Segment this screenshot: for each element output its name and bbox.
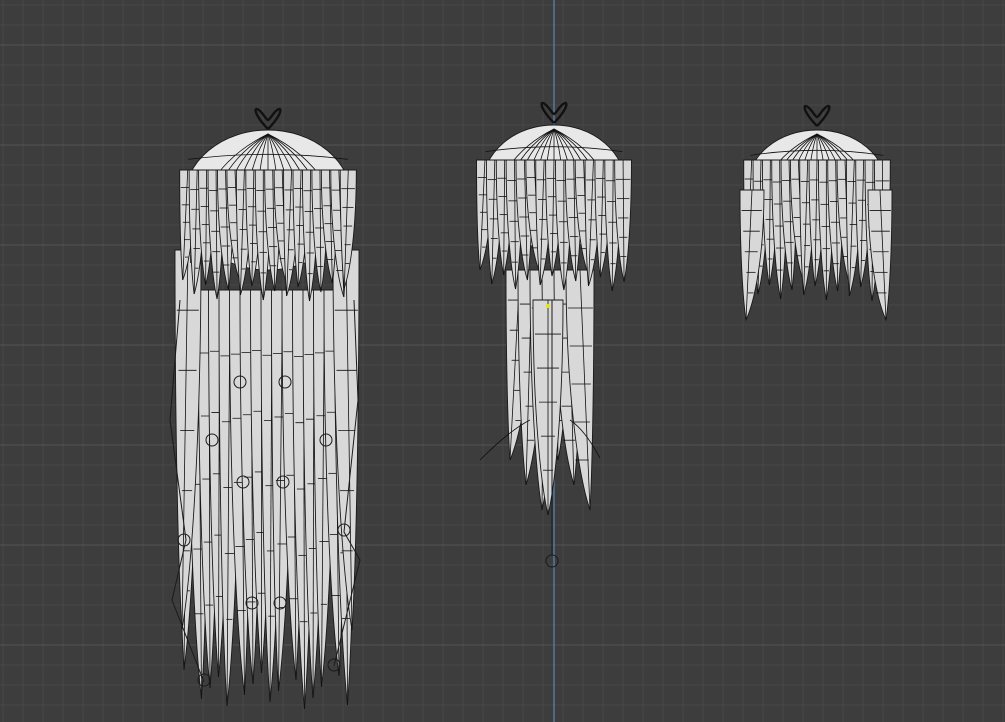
hair-bow — [254, 107, 282, 130]
hair-strand — [739, 189, 765, 322]
floor-grid — [0, 0, 1005, 722]
object-origin-marker — [546, 304, 550, 308]
hair-bow — [803, 104, 831, 127]
long-hair-mesh[interactable] — [169, 107, 361, 710]
hair-strand — [565, 269, 595, 511]
3d-viewport[interactable] — [0, 0, 1005, 722]
viewport-canvas[interactable] — [0, 0, 1005, 722]
